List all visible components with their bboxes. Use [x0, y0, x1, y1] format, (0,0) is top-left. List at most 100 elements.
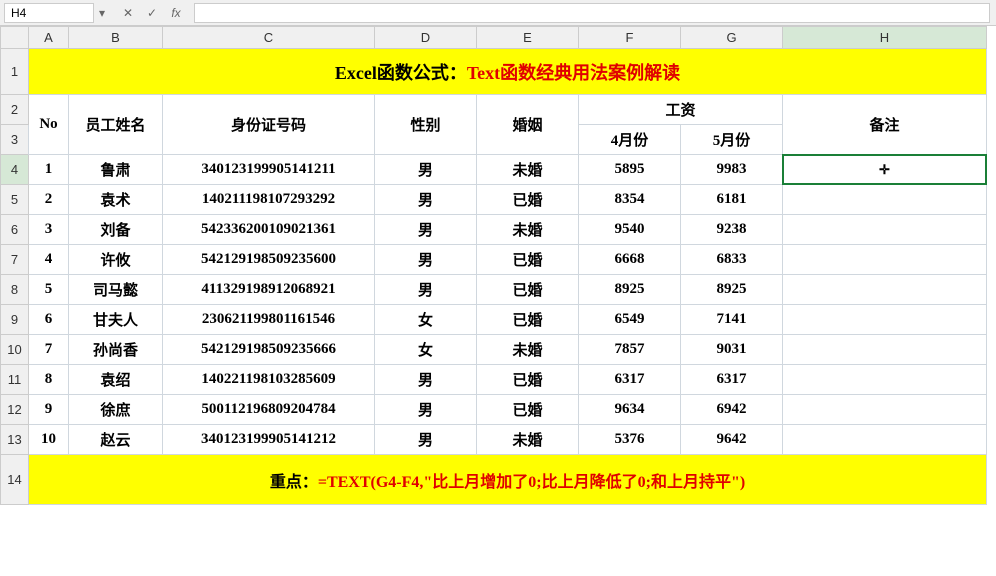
row-header-14[interactable]: 14: [1, 455, 29, 505]
cell-id[interactable]: 542129198509235600: [163, 245, 375, 275]
cell-remark[interactable]: [783, 335, 987, 365]
cell-id[interactable]: 542336200109021361: [163, 215, 375, 245]
cell-remark[interactable]: ✛: [783, 155, 987, 185]
name-box-dropdown-icon[interactable]: ▾: [94, 6, 110, 20]
cell-marital[interactable]: 未婚: [477, 335, 579, 365]
cell-id[interactable]: 230621199801161546: [163, 305, 375, 335]
cell-name[interactable]: 赵云: [69, 425, 163, 455]
cell-april[interactable]: 5376: [579, 425, 681, 455]
cell-remark[interactable]: [783, 425, 987, 455]
cell-name[interactable]: 鲁肃: [69, 155, 163, 185]
cell-may[interactable]: 7141: [681, 305, 783, 335]
cell-marital[interactable]: 已婚: [477, 365, 579, 395]
cell-id[interactable]: 411329198912068921: [163, 275, 375, 305]
cell-marital[interactable]: 已婚: [477, 185, 579, 215]
row-header-6[interactable]: 6: [1, 215, 29, 245]
cell-name[interactable]: 刘备: [69, 215, 163, 245]
cell-remark[interactable]: [783, 305, 987, 335]
cell-april[interactable]: 6317: [579, 365, 681, 395]
cell-id[interactable]: 500112196809204784: [163, 395, 375, 425]
cell-no[interactable]: 7: [29, 335, 69, 365]
cell-no[interactable]: 10: [29, 425, 69, 455]
footer-cell[interactable]: 重点：=TEXT(G4-F4,"比上月增加了0;比上月降低了0;和上月持平"): [29, 455, 987, 505]
cell-gender[interactable]: 女: [375, 305, 477, 335]
spreadsheet-grid[interactable]: A B C D E F G H 1 Excel函数公式：Text函数经典用法案例…: [0, 26, 996, 576]
title-cell[interactable]: Excel函数公式：Text函数经典用法案例解读: [29, 49, 987, 95]
row-header-2[interactable]: 2: [1, 95, 29, 125]
hdr-marital[interactable]: 婚姻: [477, 95, 579, 155]
cell-marital[interactable]: 已婚: [477, 275, 579, 305]
cell-may[interactable]: 6181: [681, 185, 783, 215]
cell-name[interactable]: 甘夫人: [69, 305, 163, 335]
cell-name[interactable]: 袁绍: [69, 365, 163, 395]
row-header-8[interactable]: 8: [1, 275, 29, 305]
row-header-1[interactable]: 1: [1, 49, 29, 95]
fx-icon[interactable]: fx: [168, 6, 184, 20]
col-header-C[interactable]: C: [163, 27, 375, 49]
cell-may[interactable]: 9031: [681, 335, 783, 365]
cell-may[interactable]: 9983: [681, 155, 783, 185]
row-header-9[interactable]: 9: [1, 305, 29, 335]
name-box[interactable]: H4: [4, 3, 94, 23]
cell-april[interactable]: 9634: [579, 395, 681, 425]
cell-name[interactable]: 袁术: [69, 185, 163, 215]
cell-april[interactable]: 6549: [579, 305, 681, 335]
cell-remark[interactable]: [783, 275, 987, 305]
cell-marital[interactable]: 未婚: [477, 425, 579, 455]
hdr-remark[interactable]: 备注: [783, 95, 987, 155]
hdr-salary[interactable]: 工资: [579, 95, 783, 125]
cell-remark[interactable]: [783, 215, 987, 245]
cell-id[interactable]: 140211198107293292: [163, 185, 375, 215]
cell-gender[interactable]: 男: [375, 395, 477, 425]
cell-gender[interactable]: 男: [375, 425, 477, 455]
cell-gender[interactable]: 男: [375, 215, 477, 245]
col-header-H[interactable]: H: [783, 27, 987, 49]
col-header-A[interactable]: A: [29, 27, 69, 49]
formula-input[interactable]: [194, 3, 990, 23]
cell-id[interactable]: 340123199905141212: [163, 425, 375, 455]
cell-name[interactable]: 许攸: [69, 245, 163, 275]
cell-may[interactable]: 6317: [681, 365, 783, 395]
cell-name[interactable]: 司马懿: [69, 275, 163, 305]
cell-no[interactable]: 2: [29, 185, 69, 215]
cell-no[interactable]: 1: [29, 155, 69, 185]
row-header-12[interactable]: 12: [1, 395, 29, 425]
cell-april[interactable]: 6668: [579, 245, 681, 275]
cell-gender[interactable]: 男: [375, 365, 477, 395]
cell-marital[interactable]: 已婚: [477, 245, 579, 275]
confirm-icon[interactable]: ✓: [144, 6, 160, 20]
cell-may[interactable]: 6942: [681, 395, 783, 425]
row-header-5[interactable]: 5: [1, 185, 29, 215]
cell-no[interactable]: 4: [29, 245, 69, 275]
cell-name[interactable]: 徐庶: [69, 395, 163, 425]
cell-may[interactable]: 6833: [681, 245, 783, 275]
hdr-gender[interactable]: 性别: [375, 95, 477, 155]
cell-gender[interactable]: 男: [375, 245, 477, 275]
hdr-name[interactable]: 员工姓名: [69, 95, 163, 155]
cell-id[interactable]: 140221198103285609: [163, 365, 375, 395]
cancel-icon[interactable]: ✕: [120, 6, 136, 20]
col-header-E[interactable]: E: [477, 27, 579, 49]
cell-no[interactable]: 8: [29, 365, 69, 395]
col-header-G[interactable]: G: [681, 27, 783, 49]
hdr-id[interactable]: 身份证号码: [163, 95, 375, 155]
row-header-7[interactable]: 7: [1, 245, 29, 275]
hdr-no[interactable]: No: [29, 95, 69, 155]
cell-may[interactable]: 9642: [681, 425, 783, 455]
col-header-F[interactable]: F: [579, 27, 681, 49]
cell-april[interactable]: 8925: [579, 275, 681, 305]
cell-marital[interactable]: 已婚: [477, 305, 579, 335]
cell-remark[interactable]: [783, 245, 987, 275]
hdr-may[interactable]: 5月份: [681, 125, 783, 155]
cell-gender[interactable]: 男: [375, 275, 477, 305]
row-header-11[interactable]: 11: [1, 365, 29, 395]
cell-marital[interactable]: 未婚: [477, 215, 579, 245]
cell-remark[interactable]: [783, 395, 987, 425]
row-header-4[interactable]: 4: [1, 155, 29, 185]
cell-may[interactable]: 8925: [681, 275, 783, 305]
cell-no[interactable]: 5: [29, 275, 69, 305]
cell-no[interactable]: 9: [29, 395, 69, 425]
cell-gender[interactable]: 男: [375, 155, 477, 185]
cell-gender[interactable]: 女: [375, 335, 477, 365]
cell-april[interactable]: 5895: [579, 155, 681, 185]
